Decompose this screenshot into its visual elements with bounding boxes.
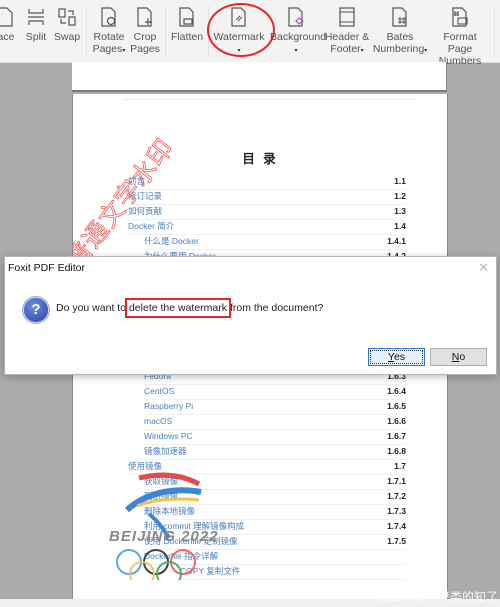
toc-row[interactable]: 什么是 Docker 1.4.1 — [144, 234, 406, 250]
toc-row[interactable]: 获取镜像 1.7.1 — [144, 474, 406, 490]
format-page-numbers-icon — [452, 7, 468, 27]
rotate-pages-button[interactable]: Rotate Pages▾ — [91, 6, 127, 57]
toc-row[interactable]: 删除本地镜像 1.7.3 — [144, 504, 406, 520]
swap-button[interactable]: Swap — [53, 6, 81, 43]
toc-entry-number: 1.6.5 — [387, 401, 406, 411]
header-footer-button[interactable]: Header & Footer▾ — [324, 6, 370, 57]
close-icon[interactable]: ✕ — [478, 260, 489, 276]
page-header-rule — [123, 99, 417, 100]
toc-entry-number: 1.6.4 — [387, 386, 406, 396]
toc-row[interactable]: 修订记录 1.2 — [128, 189, 406, 205]
toc-entry-number: 1.7.5 — [387, 536, 406, 546]
toc-entry-label: Raspberry Pi — [144, 401, 194, 411]
dialog-message: Do you want to delete the watermark from… — [56, 298, 324, 318]
background-icon — [288, 7, 304, 27]
toolbar-separator — [208, 6, 209, 56]
toc-row[interactable]: Dockerfile 指令详解 — [144, 549, 406, 565]
rotate-pages-icon — [101, 7, 116, 27]
chevron-down-icon: ▾ — [424, 48, 428, 54]
toc-entry-label: CentOS — [144, 386, 175, 396]
toc-row[interactable]: 使用镜像 1.7 — [128, 459, 406, 475]
toc-entry-number: 1.6.7 — [387, 431, 406, 441]
watermark-icon — [231, 7, 246, 27]
bates-numbering-icon — [392, 7, 407, 27]
toc-entry-label: 删除本地镜像 — [144, 506, 196, 516]
toc-entry-number: 1.6.8 — [387, 446, 406, 456]
dialog-title: Foxit PDF Editor — [8, 262, 86, 274]
toc-entry-number: 1.7.1 — [387, 476, 406, 486]
toc-entry-label: Docker 简介 — [128, 221, 175, 231]
credit-watermark: CSDN @一只类的知了 — [376, 590, 498, 604]
toc-row[interactable]: COPY 复制文件 — [180, 564, 406, 580]
no-button[interactable]: No — [430, 348, 487, 366]
toc-row[interactable]: 前言 1.1 — [128, 174, 406, 190]
toc-entry-label: 获取镜像 — [144, 476, 179, 486]
toc-entry-number: 1.7.3 — [387, 506, 406, 516]
flatten-icon — [179, 7, 194, 27]
toc-row[interactable]: CentOS 1.6.4 — [144, 384, 406, 400]
toc-entry-label: COPY 复制文件 — [180, 566, 241, 576]
chevron-down-icon: ▾ — [294, 48, 298, 54]
question-icon: ? — [23, 297, 49, 323]
toc-entry-label: Windows PC — [144, 431, 193, 441]
confirm-delete-watermark-dialog: Foxit PDF Editor ✕ ? Do you want to dele… — [4, 256, 497, 375]
replace-pages-button[interactable]: ace — [0, 6, 18, 43]
toolbar-separator — [86, 6, 87, 56]
split-button[interactable]: Split — [23, 6, 49, 43]
toc-row[interactable]: macOS 1.6.6 — [144, 414, 406, 430]
format-page-numbers-button[interactable]: Format Page Numbers — [430, 6, 490, 67]
toc-entry-number: 1.6.6 — [387, 416, 406, 426]
background-button[interactable]: Background ▾ — [270, 6, 326, 57]
toc-row[interactable]: Windows PC 1.6.7 — [144, 429, 406, 445]
toc-entry-number: 1.7.2 — [387, 491, 406, 501]
toc-entry-number: 1.7.4 — [387, 521, 406, 531]
toc-entry-label: 列出镜像 — [144, 491, 179, 501]
crop-pages-button[interactable]: Crop Pages — [130, 6, 160, 55]
swap-icon — [58, 8, 76, 26]
toolbar-separator — [494, 6, 495, 56]
toc-row[interactable]: Docker 简介 1.4 — [128, 219, 406, 235]
flatten-button[interactable]: Flatten — [170, 6, 204, 43]
ribbon-toolbar: ace Split Swap Rotate Pages▾ Crop Pages … — [0, 0, 500, 67]
toc-entry-label: 使用镜像 — [128, 461, 163, 471]
highlighted-phrase: delete the watermark — [124, 298, 232, 318]
watermark-button[interactable]: Watermark ▾ — [212, 6, 266, 57]
chevron-down-icon: ▾ — [122, 48, 126, 54]
toc-entry-label: 什么是 Docker — [144, 236, 199, 246]
toc-row[interactable]: 镜像加速器 1.6.8 — [144, 444, 406, 460]
toc-entry-number: 1.7 — [394, 461, 406, 471]
yes-button[interactable]: Yes — [368, 348, 425, 366]
crop-pages-icon — [137, 7, 152, 27]
toc-entry-number: 1.2 — [394, 191, 406, 201]
toc-entry-label: 镜像加速器 — [144, 446, 187, 456]
bates-numbering-button[interactable]: Bates Numbering▾ — [372, 6, 428, 57]
toc-entry-number: 1.3 — [394, 206, 406, 216]
toc-entry-number: 1.4 — [394, 221, 406, 231]
toc-entry-number: 1.1 — [394, 176, 406, 186]
toc-row[interactable]: Raspberry Pi 1.6.5 — [144, 399, 406, 415]
beijing-2022-logo-text: BEIJING 2022 — [109, 528, 219, 545]
previous-page-bottom — [72, 62, 447, 92]
chevron-down-icon: ▾ — [237, 48, 241, 54]
toc-row[interactable]: 列出镜像 1.7.2 — [144, 489, 406, 505]
toc-entry-label: macOS — [144, 416, 173, 426]
toc-entry-number: 1.4.1 — [387, 236, 406, 246]
split-icon — [28, 9, 44, 25]
toc-row[interactable]: 如何贡献 1.3 — [128, 204, 406, 220]
replace-page-icon — [0, 7, 13, 27]
header-footer-icon — [339, 7, 355, 27]
chevron-down-icon: ▾ — [360, 48, 364, 54]
toc-entry-label: Dockerfile 指令详解 — [144, 551, 219, 561]
toolbar-separator — [165, 6, 166, 56]
